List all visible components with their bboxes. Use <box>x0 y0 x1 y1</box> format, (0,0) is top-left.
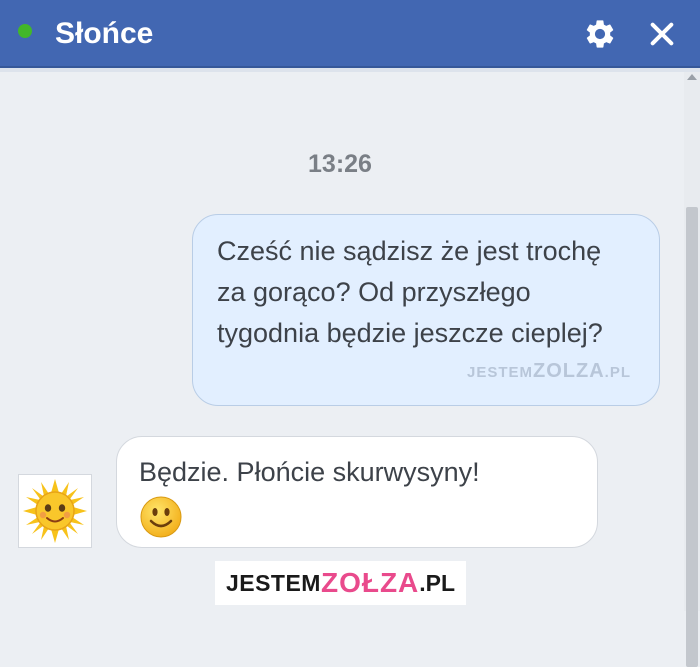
scrollbar-thumb[interactable] <box>686 207 698 667</box>
message-timestamp: 13:26 <box>308 150 372 178</box>
gear-icon <box>586 20 614 48</box>
settings-button[interactable] <box>580 14 620 54</box>
outgoing-message-bubble[interactable]: Cześć nie sądzisz że jest trochę za gorą… <box>192 214 660 406</box>
outgoing-message-text: Cześć nie sądzisz że jest trochę za gorą… <box>217 236 603 348</box>
logo-middle: ZOŁZA <box>320 567 420 598</box>
inline-watermark: JESTEMZOLZA.PL <box>466 360 631 382</box>
contact-avatar[interactable] <box>18 474 92 548</box>
incoming-message-text: Będzie. Płońcie skurwysyny! <box>139 457 480 487</box>
close-button[interactable] <box>642 14 682 54</box>
close-icon <box>650 22 674 46</box>
chat-title[interactable]: Słońce <box>55 15 153 53</box>
sun-avatar-icon <box>23 479 87 543</box>
logo-prefix: JESTEM <box>225 569 321 596</box>
scroll-up-arrow-icon[interactable] <box>687 74 697 80</box>
logo-suffix: .PL <box>419 569 456 596</box>
smile-emoji-icon <box>140 496 182 538</box>
message-scrollbar[interactable] <box>684 72 700 667</box>
chat-header: Słońce <box>0 0 700 68</box>
online-status-dot <box>18 24 32 38</box>
header-divider <box>0 68 700 72</box>
site-logo: JESTEM ZOŁZA .PL <box>215 561 466 605</box>
incoming-message-bubble[interactable]: Będzie. Płońcie skurwysyny! <box>116 436 598 548</box>
